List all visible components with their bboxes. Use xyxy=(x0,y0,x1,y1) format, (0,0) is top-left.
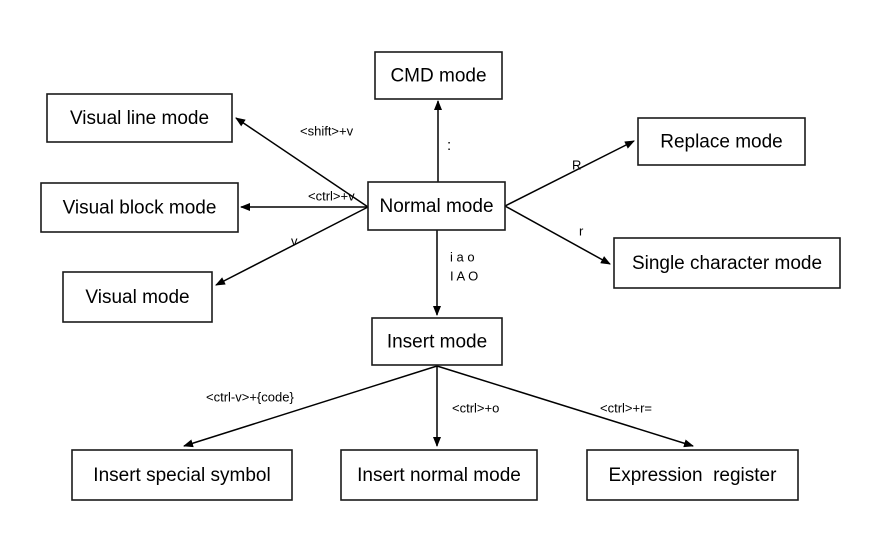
node-label-expr_register: Expression register xyxy=(609,465,778,486)
edge-label-normal-to-visual-block: <ctrl>+v xyxy=(308,188,355,203)
node-visual[interactable]: Visual mode xyxy=(62,271,213,323)
node-label-insert_normal: Insert normal mode xyxy=(357,465,521,486)
edge-label-insert-to-insert-special: <ctrl-v>+{code} xyxy=(206,389,294,404)
nodes-layer: CMD mode Visual line mode Replace mode Visu… xyxy=(40,51,841,501)
node-expr_register[interactable]: Expression register xyxy=(586,449,799,501)
edge-normal-to-insert: i a o I A O xyxy=(433,230,478,316)
node-label-single_char: Single character mode xyxy=(632,253,822,274)
edge-label-insert-to-expr-register: <ctrl>+r= xyxy=(600,400,652,415)
node-visual_block[interactable]: Visual block mode xyxy=(40,182,239,233)
edge-normal-to-single-char: r xyxy=(504,205,611,265)
node-label-insert_special: Insert special symbol xyxy=(93,465,270,486)
edge-label2-normal-to-insert: I A O xyxy=(450,268,478,283)
node-label-visual_block: Visual block mode xyxy=(63,198,217,219)
edge-label-normal-to-visual-line: <shift>+v xyxy=(300,123,354,138)
edge-insert-to-insert-special: <ctrl-v>+{code} xyxy=(183,365,438,448)
node-insert_normal[interactable]: Insert normal mode xyxy=(340,449,538,501)
edge-line-normal-to-single-char xyxy=(504,205,611,265)
edge-label-normal-to-insert: i a o xyxy=(450,249,475,264)
node-insert_special[interactable]: Insert special symbol xyxy=(71,449,293,501)
edge-label-normal-to-visual: v xyxy=(291,233,298,248)
node-normal[interactable]: Normal mode xyxy=(367,181,506,231)
mode-transition-diagram: : <shift>+v <ctrl>+v v Rr i a o I A O <ctrl-v>+… xyxy=(40,51,841,501)
node-replace[interactable]: Replace mode xyxy=(637,117,806,166)
edge-normal-to-replace: R xyxy=(504,140,635,207)
node-label-normal: Normal mode xyxy=(379,196,493,217)
node-label-replace: Replace mode xyxy=(660,132,783,153)
node-label-visual_line: Visual line mode xyxy=(70,108,209,129)
node-insert[interactable]: Insert mode xyxy=(371,317,503,366)
edge-line-normal-to-replace xyxy=(504,140,635,207)
diagram-canvas: : <shift>+v <ctrl>+v v Rr i a o I A O <ctrl-v>+… xyxy=(0,0,880,547)
edge-insert-to-insert-normal: <ctrl>+o xyxy=(433,366,499,447)
edge-line-insert-to-insert-special xyxy=(183,365,438,448)
node-label-cmd: CMD mode xyxy=(390,66,486,87)
edge-normal-to-visual-block: <ctrl>+v xyxy=(240,188,368,211)
node-single_char[interactable]: Single character mode xyxy=(613,237,841,289)
edge-label-insert-to-insert-normal: <ctrl>+o xyxy=(452,400,499,415)
edge-label-normal-to-cmd: : xyxy=(447,137,451,154)
node-label-insert: Insert mode xyxy=(387,332,487,353)
node-visual_line[interactable]: Visual line mode xyxy=(46,93,233,143)
edge-label-normal-to-replace: R xyxy=(572,157,581,172)
node-label-visual: Visual mode xyxy=(85,287,189,308)
node-cmd[interactable]: CMD mode xyxy=(374,51,503,100)
edge-label-normal-to-single-char: r xyxy=(579,223,584,238)
edge-normal-to-cmd: : xyxy=(434,100,451,182)
